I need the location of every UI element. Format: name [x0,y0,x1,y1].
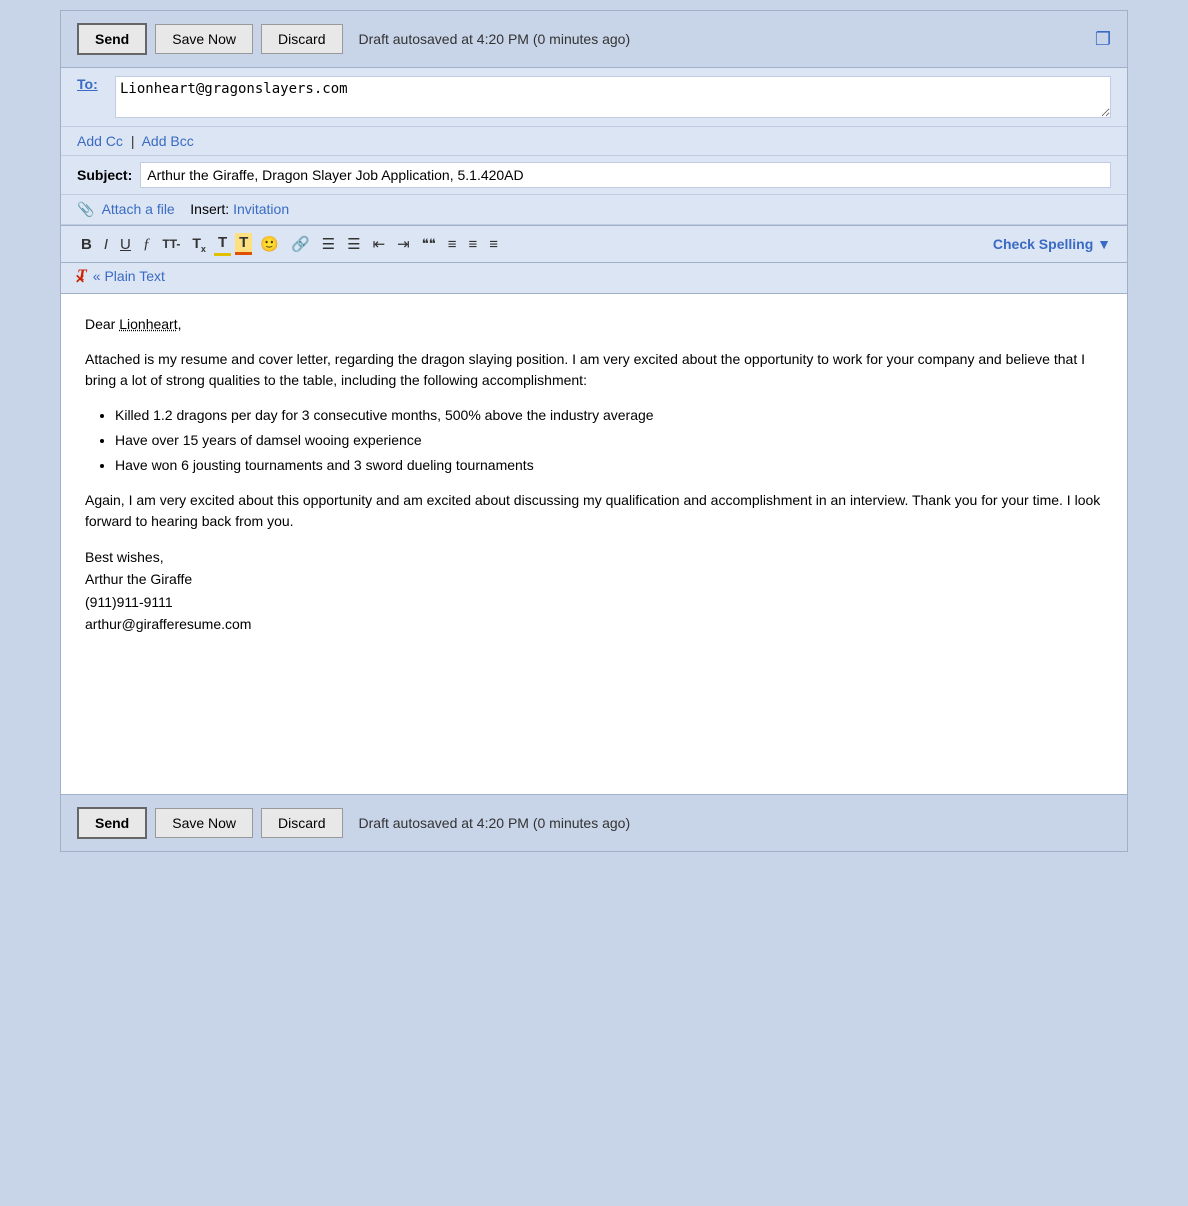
autosave-status-top: Draft autosaved at 4:20 PM (0 minutes ag… [359,31,631,47]
bullet-item-3: Have won 6 jousting tournaments and 3 sw… [115,455,1103,476]
email-greeting: Dear Lionheart, [85,314,1103,335]
add-bcc-link[interactable]: Add Bcc [142,133,194,149]
blockquote-button[interactable]: ❝❝ [418,234,440,254]
bg-color-button[interactable]: T [235,233,252,255]
to-input[interactable]: Lionheart@gragonslayers.com [115,76,1111,118]
cc-bcc-separator: | [131,133,135,149]
email-body[interactable]: Dear Lionheart, Attached is my resume an… [61,294,1127,794]
send-button-bottom[interactable]: Send [77,807,147,839]
formatting-toolbar: B I U ƒ TT- Tx T T 🙂 🔗 ☰ ☰ ⇤ ⇥ ❝❝ ≡ ≡ ≡ … [61,226,1127,263]
discard-button-top[interactable]: Discard [261,24,342,54]
bullet-item-1: Killed 1.2 dragons per day for 3 consecu… [115,405,1103,426]
sig-line2: Arthur the Giraffe [85,568,1103,590]
font-size-button[interactable]: Tx [188,233,210,256]
toolbar-top: Send Save Now Discard Draft autosaved at… [61,11,1127,68]
invitation-link[interactable]: Invitation [233,201,289,217]
emoticon-button[interactable]: 🙂 [256,233,283,255]
sig-line1: Best wishes, [85,546,1103,568]
email-para2: Again, I am very excited about this oppo… [85,490,1103,532]
email-bullet-list: Killed 1.2 dragons per day for 3 consecu… [115,405,1103,476]
autosave-status-bottom: Draft autosaved at 4:20 PM (0 minutes ag… [359,815,631,831]
align-center-button[interactable]: ≡ [464,234,481,255]
insert-label: Insert: [190,201,233,217]
align-left-button[interactable]: ≡ [444,234,461,255]
font-size-decrease-button[interactable]: TT- [158,235,184,253]
cc-bcc-row: Add Cc | Add Bcc [61,127,1127,156]
save-now-button-bottom[interactable]: Save Now [155,808,253,838]
to-label[interactable]: To: [77,76,107,92]
compose-window: Send Save Now Discard Draft autosaved at… [60,10,1128,852]
italic-button[interactable]: I [100,234,112,255]
link-button[interactable]: 🔗 [287,233,314,255]
bullet-item-2: Have over 15 years of damsel wooing expe… [115,430,1103,451]
header-section: To: Lionheart@gragonslayers.com Add Cc |… [61,68,1127,226]
indent-more-button[interactable]: ⇥ [393,233,414,255]
remove-format-icon: T✕ [77,267,87,285]
font-color-button[interactable]: T [214,232,231,256]
check-spelling-button[interactable]: Check Spelling ▼ [993,236,1111,252]
discard-button-bottom[interactable]: Discard [261,808,342,838]
save-now-button-top[interactable]: Save Now [155,24,253,54]
attach-row: 📎 Attach a file Insert: Invitation [61,195,1127,225]
toolbar-bottom: Send Save Now Discard Draft autosaved at… [61,794,1127,851]
paperclip-icon: 📎 [77,201,94,217]
font-face-button[interactable]: ƒ [139,234,155,255]
add-cc-link[interactable]: Add Cc [77,133,123,149]
subject-input[interactable] [140,162,1111,188]
subject-label: Subject: [77,167,132,183]
plain-text-link[interactable]: « Plain Text [93,268,165,284]
plain-text-row: T✕ « Plain Text [61,263,1127,294]
indent-less-button[interactable]: ⇤ [369,233,390,255]
recipient-name: Lionheart [119,316,177,332]
subject-row: Subject: [61,156,1127,195]
bold-button[interactable]: B [77,234,96,255]
email-signature: Best wishes, Arthur the Giraffe (911)911… [85,546,1103,636]
to-row: To: Lionheart@gragonslayers.com [61,68,1127,127]
send-button-top[interactable]: Send [77,23,147,55]
sig-line3: (911)911-9111 [85,591,1103,613]
sig-line4: arthur@girafferesume.com [85,613,1103,635]
underline-button[interactable]: U [116,234,135,255]
expand-icon[interactable]: ❐ [1095,29,1111,50]
ordered-list-button[interactable]: ☰ [318,233,339,255]
email-para1: Attached is my resume and cover letter, … [85,349,1103,391]
attach-file-link[interactable]: Attach a file [102,201,175,217]
align-right-button[interactable]: ≡ [485,234,502,255]
unordered-list-button[interactable]: ☰ [343,233,364,255]
